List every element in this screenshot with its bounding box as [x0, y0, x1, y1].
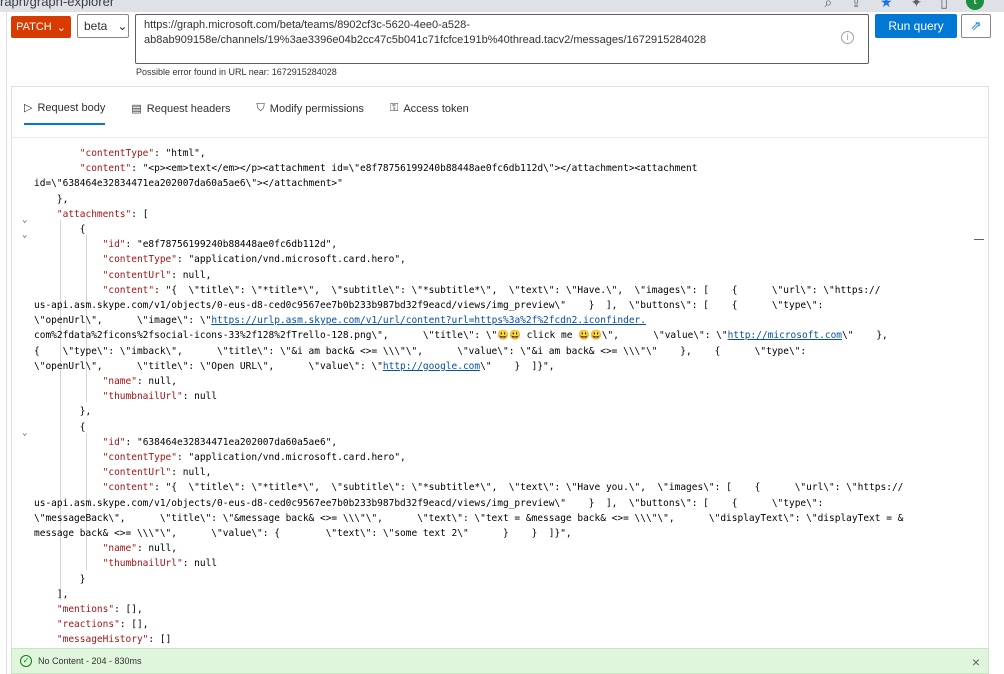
code-line: }: [34, 573, 86, 585]
request-body-editor[interactable]: ⌄ ⌄ ⌄ "contentType": "html", "content": …: [12, 144, 988, 650]
code-line: "mentions": [],: [56, 604, 143, 615]
url-error-message: Possible error found in URL near: 167291…: [136, 67, 337, 77]
code-line: "content": "{ \"title\": \"*title*\", \"…: [102, 284, 881, 296]
code-line: com%2fdata%2ficons%2fsocial-icons-33%2f1…: [34, 330, 888, 342]
share-icon[interactable]: ⇪: [850, 0, 862, 11]
search-icon[interactable]: ⌕: [824, 0, 832, 11]
share-icon: ⇗: [970, 18, 982, 33]
scrollbar-marker: [974, 239, 984, 240]
code-line: "contentType": "html",: [79, 148, 206, 159]
code-line: \"messageBack\", \"title\": \"&message b…: [34, 512, 904, 524]
code-line: "content": "{ \"title\": \"*title*\", \"…: [102, 482, 904, 494]
graph-explorer: PATCH ⌄ beta ⌄ https://graph.microsoft.c…: [6, 12, 1004, 674]
shield-icon: ⛉: [256, 102, 265, 114]
browser-url[interactable]: raph/graph-explorer: [0, 0, 114, 9]
fold-chevron-icon[interactable]: ⌄: [22, 213, 27, 228]
tab-access-token[interactable]: ⚿ Access token: [390, 101, 469, 125]
code-line: },: [34, 193, 69, 205]
tab-request-headers[interactable]: ▤ Request headers: [131, 101, 230, 125]
http-method-dropdown[interactable]: PATCH ⌄: [11, 16, 71, 38]
avatar[interactable]: t: [966, 0, 984, 10]
tab-label: Request headers: [146, 102, 231, 115]
code-line: "contentUrl": null,: [102, 467, 212, 479]
code-line: "thumbnailUrl": null: [102, 558, 218, 570]
code-line: {: [34, 224, 86, 235]
browser-toolbar: raph/graph-explorer ⌕ ⇪ ★ ✦ ▯ t: [0, 0, 1004, 12]
star-icon[interactable]: ★: [880, 0, 893, 11]
code-line: \"openUrl\", \"image\": \"https://urlp.a…: [34, 315, 646, 327]
request-tabs: ▷ Request body ▤ Request headers ⛉ Modif…: [24, 101, 469, 125]
success-check-icon: ✓: [20, 655, 32, 667]
tab-label: Access token: [403, 102, 469, 115]
code-line: \"openUrl\", \"title\": \"Open URL\", \"…: [34, 360, 555, 372]
run-query-button[interactable]: Run query: [875, 14, 957, 38]
request-panel: ▷ Request body ▤ Request headers ⛉ Modif…: [11, 86, 989, 652]
code-line: "reactions": [],: [56, 619, 149, 631]
tab-modify-permissions[interactable]: ⛉ Modify permissions: [257, 101, 364, 125]
code-line: ],: [34, 588, 69, 600]
code-line: id=\"638464e32834471ea202007da60a5ae6\">…: [34, 178, 343, 190]
code-line: "name": null,: [102, 376, 178, 387]
document-icon: ▤: [131, 103, 142, 115]
tab-request-body[interactable]: ▷ Request body: [24, 101, 106, 125]
code-line: "messageHistory": []: [56, 634, 172, 646]
info-icon[interactable]: i: [841, 31, 854, 44]
code-line: "contentType": "application/vnd.microsof…: [102, 254, 406, 266]
code-line: "content": "<p><em>text</em></p><attachm…: [79, 163, 698, 175]
code-line: },: [34, 406, 92, 418]
code-line: {: [34, 421, 86, 433]
tab-divider: [12, 137, 988, 138]
code-line: "id": "e8f78756199240b88448ae0fc6db112d"…: [102, 239, 338, 251]
code-line: "name": null,: [102, 543, 178, 555]
http-method-label: PATCH: [16, 21, 52, 33]
send-icon: ▷: [24, 102, 33, 114]
code-line: us-api.asm.skype.com/v1/objects/0-eus-d8…: [34, 497, 824, 509]
chevron-down-icon: ⌄: [117, 19, 128, 33]
tab-label: Request body: [37, 101, 106, 114]
code-line: "attachments": [: [56, 208, 149, 220]
tab-label: Modify permissions: [269, 102, 364, 115]
share-query-button[interactable]: ⇗: [961, 14, 991, 38]
code-line: "id": "638464e32834471ea202007da60a5ae6"…: [102, 436, 338, 448]
request-url-line: https://graph.microsoft.com/beta/teams/8…: [144, 19, 470, 31]
code-line: { \"type\": \"imback\", \"title\": \"&i …: [34, 345, 807, 357]
sidebar-icon[interactable]: ▯: [940, 0, 948, 11]
request-url-input[interactable]: https://graph.microsoft.com/beta/teams/8…: [135, 14, 869, 64]
status-bar: ✓ No Content - 204 - 830ms ×: [11, 648, 989, 674]
code-line: "contentUrl": null,: [102, 269, 212, 281]
chevron-down-icon: ⌄: [56, 21, 66, 34]
fold-chevron-icon[interactable]: ⌄: [22, 426, 27, 441]
api-version-dropdown[interactable]: beta ⌄: [77, 14, 129, 38]
status-text: No Content - 204 - 830ms: [38, 656, 142, 666]
close-icon[interactable]: ×: [972, 654, 980, 670]
code-line: us-api.asm.skype.com/v1/objects/0-eus-d8…: [34, 300, 824, 311]
fold-chevron-icon[interactable]: ⌄: [22, 228, 27, 243]
api-version-label: beta: [84, 19, 108, 33]
extensions-icon[interactable]: ✦: [911, 0, 923, 11]
code-line: message back& <>= \\\"\", \"value\": { \…: [34, 528, 572, 539]
code-line: "contentType": "application/vnd.microsof…: [102, 452, 406, 463]
lock-icon: ⚿: [389, 102, 399, 114]
code-line: "thumbnailUrl": null: [102, 391, 218, 403]
request-url-line: ab8ab909158e/channels/19%3ae3396e04b2cc4…: [144, 34, 707, 46]
